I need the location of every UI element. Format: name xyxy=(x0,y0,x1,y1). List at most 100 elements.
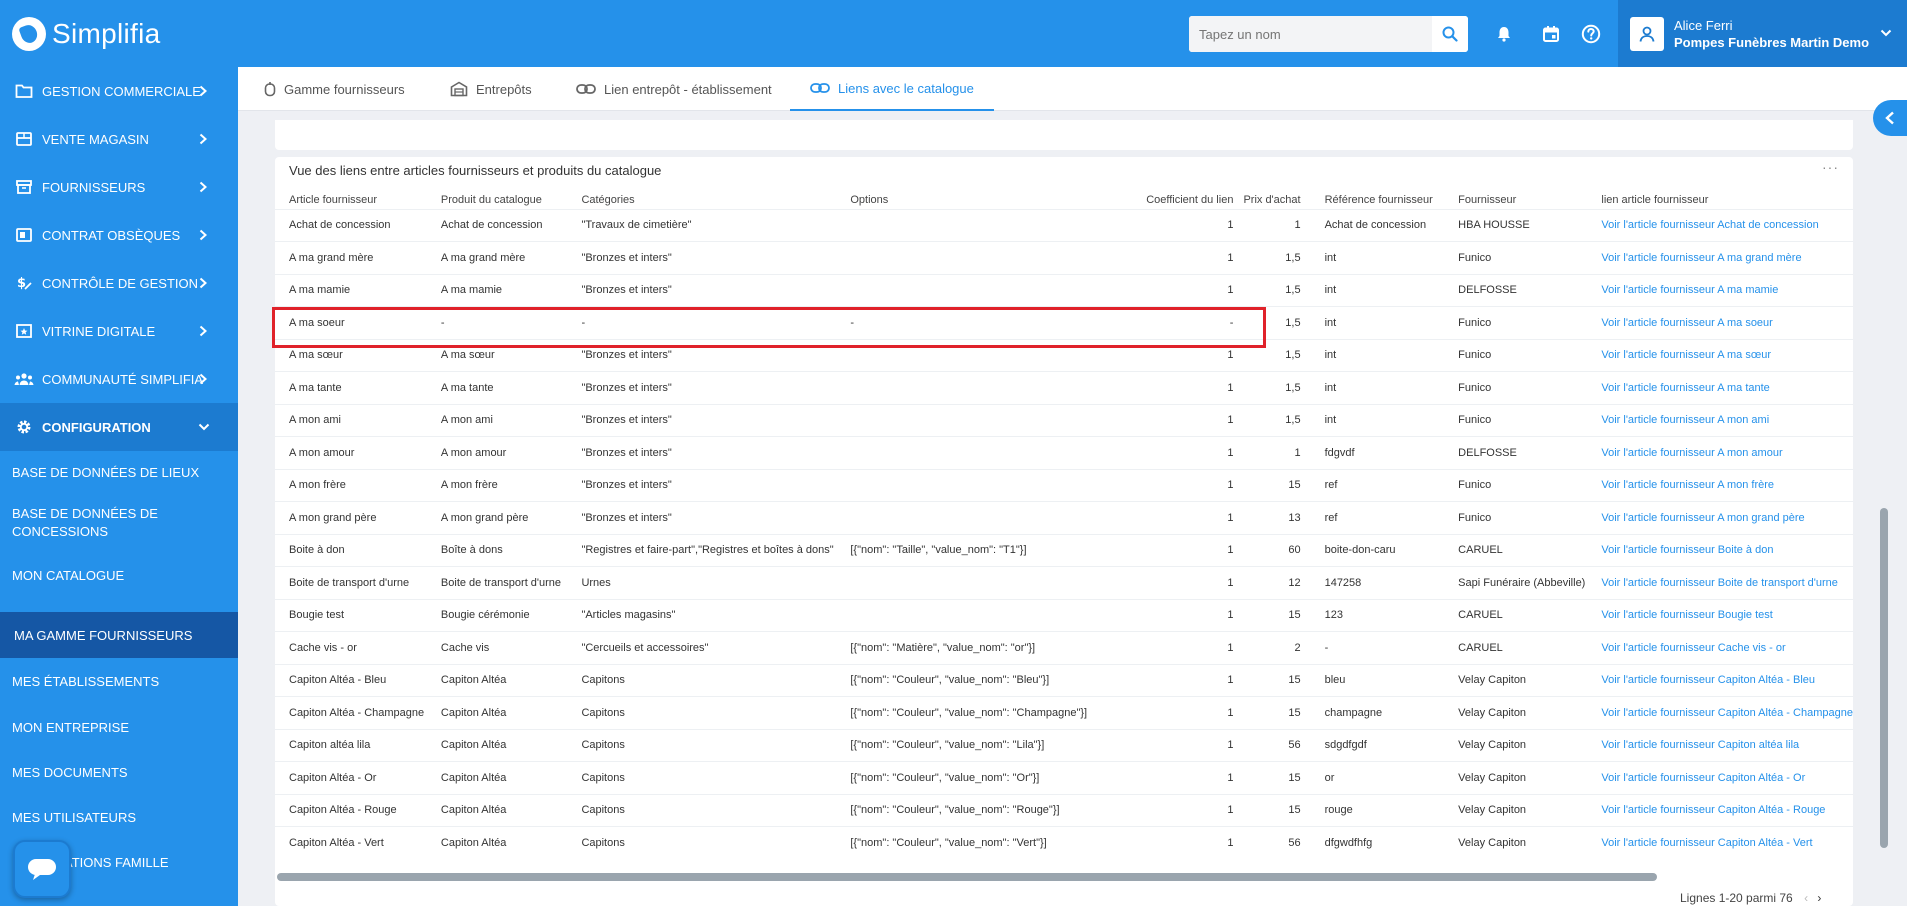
sidebar-subitem-mes-documents[interactable]: Mes documents xyxy=(0,750,238,794)
supplier-article-link[interactable]: Voir l'article fournisseur Achat de conc… xyxy=(1587,208,1853,242)
tab-gamme-fournisseurs[interactable]: Gamme fournisseurs xyxy=(264,67,405,111)
table-cell: Capitons xyxy=(567,663,837,697)
table-cell: Capiton Altéa - Champagne xyxy=(275,696,427,729)
sidebar-item-gestion-commerciale[interactable]: Gestion commerciale xyxy=(0,67,238,115)
supplier-article-link[interactable]: Voir l'article fournisseur A mon amour xyxy=(1587,436,1853,469)
next-page-button[interactable]: › xyxy=(1817,891,1821,905)
calendar-button[interactable] xyxy=(1539,22,1563,46)
column-header[interactable]: Coefficient du lien xyxy=(1094,191,1244,209)
supplier-article-link[interactable]: Voir l'article fournisseur A ma soeur xyxy=(1587,306,1853,339)
table-row[interactable]: Cache vis - or Cache vis "Cercueils et acc… xyxy=(275,631,1853,664)
column-header[interactable]: Prix d'achat xyxy=(1243,191,1310,209)
column-header[interactable]: Catégories xyxy=(567,191,836,209)
column-header[interactable]: lien article fournisseur xyxy=(1587,191,1853,209)
sidebar-item-vitrine-digitale[interactable]: Vitrine digitale xyxy=(0,307,238,355)
supplier-article-link[interactable]: Voir l'article fournisseur Capiton Altéa… xyxy=(1587,793,1853,827)
table-row[interactable]: Boite à don Boîte à dons "Registres et fai… xyxy=(275,533,1853,567)
table-row[interactable]: A mon grand père A mon grand père "Bronzes… xyxy=(275,501,1853,534)
supplier-article-link[interactable]: Voir l'article fournisseur A mon frère xyxy=(1587,468,1853,502)
sidebar-subitem-base-concessions[interactable]: Base de données de concessions xyxy=(0,493,238,553)
supplier-article-link[interactable]: Voir l'article fournisseur Capiton altéa… xyxy=(1587,728,1853,762)
sidebar-subitem-base-lieux[interactable]: Base de données de lieux xyxy=(0,451,238,493)
sidebar-item-vente-magasin[interactable]: Vente magasin xyxy=(0,115,238,163)
supplier-article-link[interactable]: Voir l'article fournisseur A ma mamie xyxy=(1587,273,1853,307)
search-button[interactable] xyxy=(1432,16,1468,52)
table-cell: A ma grand mère xyxy=(275,241,427,274)
chevron-right-icon xyxy=(199,277,207,289)
column-header[interactable]: Référence fournisseur xyxy=(1311,191,1445,209)
sidebar-item-contrat-obseques[interactable]: Contrat obsèques xyxy=(0,211,238,259)
tab-lien-entrepot-etablissement[interactable]: Lien entrepôt - établissement xyxy=(576,67,772,111)
bell-icon xyxy=(1498,27,1510,42)
table-row[interactable]: Achat de concession Achat de concession "T… xyxy=(275,208,1853,242)
table-row[interactable]: A ma grand mère A ma grand mère "Bronzes e… xyxy=(275,241,1853,274)
table-cell xyxy=(836,501,1094,534)
horizontal-scrollbar[interactable] xyxy=(277,873,1657,881)
previous-page-button[interactable]: ‹ xyxy=(1804,891,1808,905)
app-logo[interactable]: Simplifia xyxy=(12,14,161,54)
table-row[interactable]: A ma tante A ma tante "Bronzes et inters" 1… xyxy=(275,371,1853,404)
supplier-article-link[interactable]: Voir l'article fournisseur Boite de tran… xyxy=(1587,566,1853,599)
column-header[interactable]: Article fournisseur xyxy=(275,191,427,209)
supplier-article-link[interactable]: Voir l'article fournisseur Boite à don xyxy=(1587,533,1853,567)
table-row[interactable]: A mon frère A mon frère "Bronzes et inters… xyxy=(275,468,1853,502)
table-cell: Boite à don xyxy=(275,533,427,567)
table-cell: 1 xyxy=(1243,208,1311,242)
table-row[interactable]: A ma mamie A ma mamie "Bronzes et inters" 1… xyxy=(275,273,1853,307)
table-cell: Achat de concession xyxy=(275,208,427,242)
supplier-article-link[interactable]: Voir l'article fournisseur Capiton Altéa… xyxy=(1587,761,1853,794)
collapse-panel-button[interactable] xyxy=(1873,100,1907,136)
supplier-article-link[interactable]: Voir l'article fournisseur A ma tante xyxy=(1587,371,1853,404)
card-menu-button[interactable]: ··· xyxy=(1822,159,1839,175)
supplier-article-link[interactable]: Voir l'article fournisseur Cache vis - o… xyxy=(1587,631,1853,664)
supplier-article-link[interactable]: Voir l'article fournisseur Bougie test xyxy=(1587,598,1853,632)
chat-button[interactable] xyxy=(13,840,71,898)
user-menu[interactable]: Alice Ferri Pompes Funèbres Martin Demo xyxy=(1618,0,1907,67)
table-row[interactable]: Capiton Altéa - Rouge Capiton Altéa Capito… xyxy=(275,793,1853,827)
table-row[interactable]: Capiton altéa lila Capiton Altéa Capitons[… xyxy=(275,728,1853,762)
table-row[interactable]: Capiton Altéa - Bleu Capiton Altéa Capiton… xyxy=(275,663,1853,697)
column-header[interactable]: Produit du catalogue xyxy=(427,191,568,209)
column-header[interactable]: Options xyxy=(836,191,1093,209)
table-cell: 1 xyxy=(1093,793,1244,827)
sidebar-subitem-mes-etablissements[interactable]: Mes établissements xyxy=(0,658,238,704)
sidebar-subitem-mon-entreprise[interactable]: Mon entreprise xyxy=(0,704,238,750)
table-cell xyxy=(836,468,1094,502)
sidebar-subitem-ma-gamme-fournisseurs[interactable]: Ma gamme fournisseurs xyxy=(0,612,238,658)
table-row[interactable]: Bougie test Bougie cérémonie "Articles mag… xyxy=(275,598,1853,632)
sidebar-item-label: Contrat obsèques xyxy=(42,227,181,243)
sidebar-item-controle-de-gestion[interactable]: $ Contrôle de gestion xyxy=(0,259,238,307)
column-header[interactable]: Fournisseur xyxy=(1444,191,1587,209)
sidebar-item-communaute-simplifia[interactable]: Communauté Simplifia xyxy=(0,355,238,403)
supplier-article-link[interactable]: Voir l'article fournisseur Capiton Altéa… xyxy=(1587,663,1853,697)
table-cell: Funico xyxy=(1444,403,1588,437)
search-input[interactable] xyxy=(1189,16,1432,52)
table-cell: "Bronzes et inters" xyxy=(567,241,837,274)
table-row[interactable]: Capiton Altéa - Vert Capiton Altéa Capiton… xyxy=(275,826,1853,859)
supplier-article-link[interactable]: Voir l'article fournisseur A mon grand p… xyxy=(1587,501,1853,534)
help-button[interactable] xyxy=(1579,22,1603,46)
tab-liens-avec-le-catalogue[interactable]: Liens avec le catalogue xyxy=(790,67,994,111)
table-row[interactable]: A mon amour A mon amour "Bronzes et inters… xyxy=(275,436,1853,469)
supplier-article-link[interactable]: Voir l'article fournisseur Capiton Altéa… xyxy=(1587,696,1853,729)
table-row[interactable]: Boite de transport d'urne Boite de transp… xyxy=(275,566,1853,599)
notifications-button[interactable] xyxy=(1492,22,1516,46)
sidebar-subitem-mes-utilisateurs[interactable]: Mes utilisateurs xyxy=(0,794,238,840)
supplier-article-link[interactable]: Voir l'article fournisseur Capiton Altéa… xyxy=(1587,826,1853,859)
table-cell: 15 xyxy=(1243,793,1311,827)
table-cell: DELFOSSE xyxy=(1444,436,1588,469)
vertical-scrollbar[interactable] xyxy=(1880,508,1888,848)
supplier-article-link[interactable]: Voir l'article fournisseur A ma grand mè… xyxy=(1587,241,1853,274)
table-row[interactable]: Capiton Altéa - Or Capiton Altéa Capitons[… xyxy=(275,761,1853,794)
supplier-article-link[interactable]: Voir l'article fournisseur A mon ami xyxy=(1587,403,1853,437)
sidebar-subitem-mon-catalogue[interactable]: Mon catalogue xyxy=(0,553,238,597)
table-row[interactable]: Capiton Altéa - Champagne Capiton Altéa Ca… xyxy=(275,696,1853,729)
table-row[interactable]: A mon ami A mon ami "Bronzes et inters" 1 1,… xyxy=(275,403,1853,437)
sidebar-item-fournisseurs[interactable]: Fournisseurs xyxy=(0,163,238,211)
chevron-right-icon xyxy=(199,85,207,97)
tab-entrepots[interactable]: Entrepôts xyxy=(450,67,532,111)
supplier-article-link[interactable]: Voir l'article fournisseur A ma sœur xyxy=(1587,338,1853,372)
sidebar-item-configuration[interactable]: Configuration xyxy=(0,403,238,451)
table-cell: Capitons xyxy=(567,826,837,859)
table-cell: [{"nom": "Couleur", "value_nom": "Lila"}… xyxy=(836,728,1094,762)
